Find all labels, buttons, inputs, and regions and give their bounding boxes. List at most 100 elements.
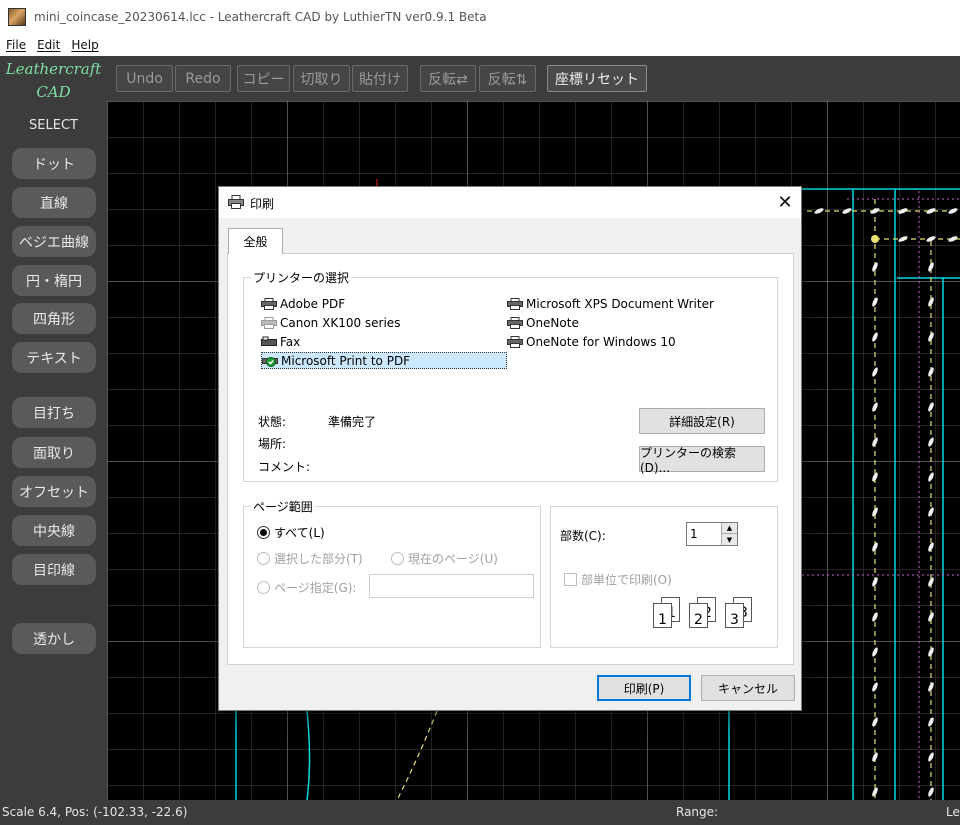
range-all-radio[interactable]: すべて(L) bbox=[257, 524, 325, 541]
stitch-curve bbox=[396, 710, 438, 800]
tool-markline-button[interactable]: 目印線 bbox=[12, 554, 96, 585]
cyan-curve bbox=[306, 710, 311, 800]
fax-icon bbox=[261, 336, 277, 348]
printer-name: Microsoft Print to PDF bbox=[281, 353, 411, 368]
logo-line-2: CAD bbox=[36, 83, 71, 101]
location-label: 場所: bbox=[258, 437, 287, 451]
printer-icon bbox=[261, 316, 277, 329]
status-range: Range: bbox=[676, 805, 719, 819]
app-logo: Leathercraft CAD bbox=[0, 58, 107, 104]
tool-watermark-button[interactable]: 透かし bbox=[12, 623, 96, 654]
printer-name: Canon XK100 series bbox=[280, 315, 401, 330]
copies-value: 1 bbox=[690, 527, 698, 541]
printer-onenote[interactable]: OneNote bbox=[507, 314, 579, 331]
collate-page-number: 2 bbox=[694, 612, 703, 628]
printer-group-label: プリンターの選択 bbox=[251, 269, 352, 286]
tab-general[interactable]: 全般 bbox=[228, 228, 283, 254]
printer-name: Microsoft XPS Document Writer bbox=[526, 296, 714, 311]
status-bar: Scale 6.4, Pos: (-102.33, -22.6) Range: … bbox=[0, 800, 960, 825]
collate-checkbox[interactable]: 部単位で印刷(O) bbox=[564, 571, 672, 588]
reset-coordinates-button[interactable]: 座標リセット bbox=[547, 65, 647, 92]
menu-file[interactable]: File bbox=[6, 38, 26, 52]
range-pages-label: ページ指定(G): bbox=[274, 581, 357, 595]
menu-edit[interactable]: Edit bbox=[37, 38, 60, 52]
app-icon bbox=[8, 8, 26, 26]
menu-help[interactable]: Help bbox=[71, 38, 98, 52]
collate-page-number: 3 bbox=[730, 612, 739, 628]
status-position: Scale 6.4, Pos: (-102.33, -22.6) bbox=[2, 805, 188, 819]
tool-centerline-button[interactable]: 中央線 bbox=[12, 515, 96, 546]
printer-default-icon bbox=[262, 355, 278, 367]
range-current-radio[interactable]: 現在のページ(U) bbox=[391, 550, 498, 567]
printer-name: Fax bbox=[280, 334, 301, 349]
dialog-titlebar: 印刷 ✕ bbox=[219, 187, 801, 218]
printer-fax[interactable]: Fax bbox=[261, 333, 300, 350]
spin-down-icon[interactable]: ▼ bbox=[721, 534, 737, 545]
tool-dot-button[interactable]: ドット bbox=[12, 148, 96, 179]
printer-icon bbox=[507, 297, 523, 310]
range-all-label: すべて(L) bbox=[274, 526, 325, 540]
mode-label: SELECT bbox=[29, 118, 78, 133]
radio-checked-icon bbox=[257, 526, 270, 539]
collate-pages-icon: 1 1 2 2 3 3 bbox=[653, 597, 752, 628]
printer-ms-print-to-pdf[interactable]: Microsoft Print to PDF bbox=[261, 352, 507, 369]
menu-bar: File Edit Help bbox=[0, 34, 960, 56]
printer-icon bbox=[507, 316, 523, 329]
status-value: 準備完了 bbox=[328, 415, 377, 429]
undo-button[interactable]: Undo bbox=[116, 65, 173, 92]
range-current-label: 現在のページ(U) bbox=[408, 552, 498, 566]
radio-icon bbox=[257, 581, 270, 594]
redo-button[interactable]: Redo bbox=[175, 65, 231, 92]
tool-text-button[interactable]: テキスト bbox=[12, 342, 96, 373]
printer-icon bbox=[507, 335, 523, 348]
print-dialog: 印刷 ✕ 全般 プリンターの選択 Adobe PDF Canon XK100 s… bbox=[218, 186, 802, 711]
close-icon[interactable]: ✕ bbox=[771, 189, 799, 215]
comment-label: コメント: bbox=[258, 460, 311, 474]
collate-page-number: 1 bbox=[658, 612, 667, 628]
checkbox-icon bbox=[564, 573, 577, 586]
radio-icon bbox=[257, 552, 270, 565]
cancel-button[interactable]: キャンセル bbox=[701, 675, 795, 701]
logo-line-1: Leathercraft bbox=[5, 60, 102, 78]
collate-label: 部単位で印刷(O) bbox=[581, 573, 672, 587]
edit-toolbar: Undo Redo コピー 切取り 貼付け 反転⇄ 反転⇅ 座標リセット bbox=[107, 56, 960, 101]
tool-stitch-punch-button[interactable]: 目打ち bbox=[12, 397, 96, 428]
flip-vertical-button[interactable]: 反転⇅ bbox=[479, 65, 536, 92]
page-range-input[interactable] bbox=[369, 574, 534, 598]
page-range-group: ページ範囲 すべて(L) 選択した部分(T) 現在のページ(U) ページ指定(G… bbox=[243, 498, 541, 648]
tool-bezier-button[interactable]: ベジエ曲線 bbox=[12, 226, 96, 257]
tool-rectangle-button[interactable]: 四角形 bbox=[12, 303, 96, 334]
printer-onenote-win10[interactable]: OneNote for Windows 10 bbox=[507, 333, 676, 350]
flip-horizontal-button[interactable]: 反転⇄ bbox=[420, 65, 476, 92]
preferences-button[interactable]: 詳細設定(R) bbox=[639, 408, 765, 434]
radio-icon bbox=[391, 552, 404, 565]
anchor-point bbox=[871, 235, 879, 243]
window-titlebar: mini_coincase_20230614.lcc - Leathercraf… bbox=[0, 0, 960, 34]
print-button[interactable]: 印刷(P) bbox=[597, 675, 691, 701]
printer-name: Adobe PDF bbox=[280, 296, 346, 311]
tool-chamfer-button[interactable]: 面取り bbox=[12, 437, 96, 468]
tool-sidebar: Leathercraft CAD SELECT ドット 直線 ベジエ曲線 円・楕… bbox=[0, 56, 107, 800]
range-pages-radio[interactable]: ページ指定(G): bbox=[257, 579, 356, 596]
range-selection-label: 選択した部分(T) bbox=[274, 552, 363, 566]
tool-line-button[interactable]: 直線 bbox=[12, 187, 96, 218]
status-layer: Le bbox=[946, 805, 960, 819]
tool-offset-button[interactable]: オフセット bbox=[12, 476, 96, 507]
find-printer-button[interactable]: プリンターの検索(D)... bbox=[639, 446, 765, 475]
printer-select-group: プリンターの選択 Adobe PDF Canon XK100 series Fa… bbox=[243, 269, 778, 482]
printer-xps[interactable]: Microsoft XPS Document Writer bbox=[507, 295, 714, 312]
copies-label: 部数(C): bbox=[560, 529, 606, 543]
printer-adobe-pdf[interactable]: Adobe PDF bbox=[261, 295, 345, 312]
printer-icon bbox=[228, 195, 244, 209]
spin-up-icon[interactable]: ▲ bbox=[721, 523, 737, 534]
copies-spinbox[interactable]: 1 ▲ ▼ bbox=[686, 522, 738, 546]
printer-name: OneNote for Windows 10 bbox=[526, 334, 676, 349]
copy-button[interactable]: コピー bbox=[237, 65, 290, 92]
range-selection-radio[interactable]: 選択した部分(T) bbox=[257, 550, 363, 567]
cut-button[interactable]: 切取り bbox=[293, 65, 350, 92]
printer-canon[interactable]: Canon XK100 series bbox=[261, 314, 400, 331]
paste-button[interactable]: 貼付け bbox=[352, 65, 408, 92]
dialog-title: 印刷 bbox=[250, 197, 275, 211]
printer-name: OneNote bbox=[526, 315, 579, 330]
tool-ellipse-button[interactable]: 円・楕円 bbox=[12, 265, 96, 296]
